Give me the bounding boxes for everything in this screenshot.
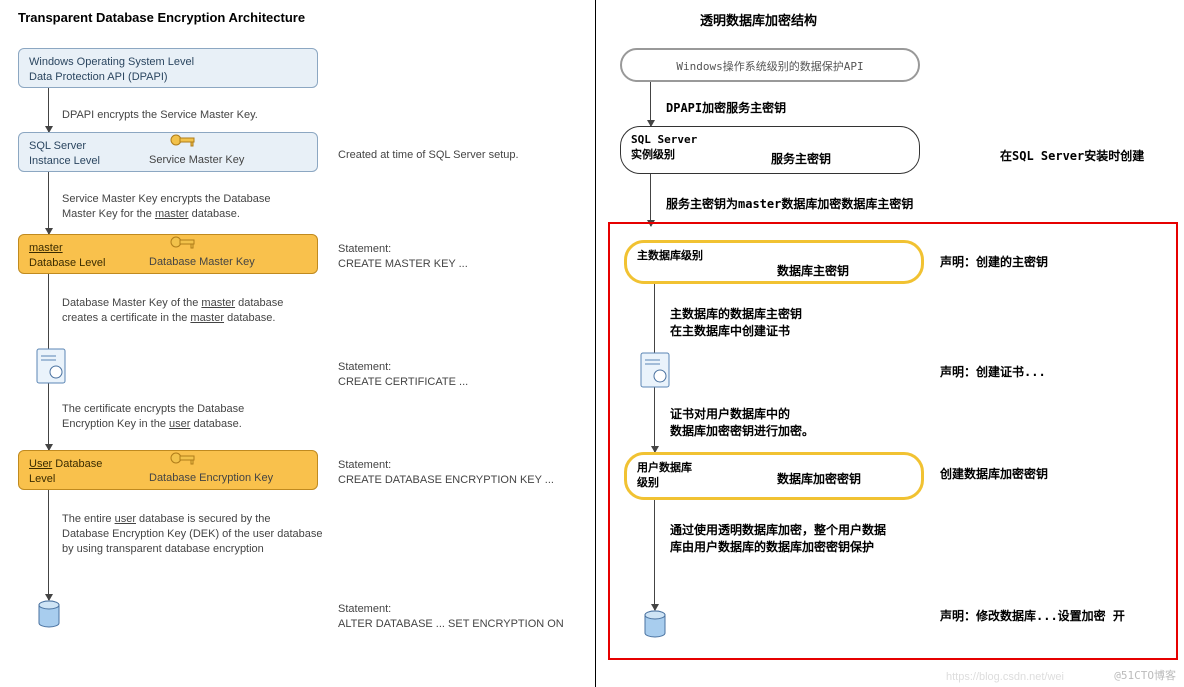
box-os-line1: Windows Operating System Level xyxy=(29,55,307,70)
box2-line2-zh: 实例级别 xyxy=(631,148,909,163)
box4-user-u: User xyxy=(29,458,52,470)
box4-line2-zh: 级别 xyxy=(637,476,911,491)
title-zh: 透明数据库加密结构 xyxy=(600,0,1184,29)
arrow4-caption-zh: 证书对用户数据库中的数据库加密密钥进行加密。 xyxy=(670,406,814,440)
watermark-faint: https://blog.csdn.net/wei xyxy=(946,671,1064,683)
key-icon xyxy=(169,233,197,251)
arrow1-caption: DPAPI encrypts the Service Master Key. xyxy=(62,108,258,123)
box3-master-u: master xyxy=(29,242,63,254)
certificate-icon-zh xyxy=(640,352,670,388)
arrow-2-zh xyxy=(650,174,651,226)
box-os-line2: Data Protection API (DPAPI) xyxy=(29,70,307,85)
arrow2-caption-zh: 服务主密钥为master数据库加密数据库主密钥 xyxy=(666,196,913,213)
box-os-level-zh: Windows操作系统级别的数据保护API xyxy=(620,48,920,82)
arrow5-caption: The entire user database is secured by t… xyxy=(62,512,322,557)
box4-side-zh: 创建数据库加密密钥 xyxy=(940,466,1048,483)
arrow3-caption-zh: 主数据库的数据库主密钥在主数据库中创建证书 xyxy=(670,306,802,340)
key-icon xyxy=(169,131,197,149)
box2-line1: SQL Server xyxy=(29,139,307,154)
arrow2-caption: Service Master Key encrypts the Database… xyxy=(62,192,270,222)
arrow4-caption: The certificate encrypts the Database En… xyxy=(62,402,244,432)
box4-key-label: Database Encryption Key xyxy=(149,471,273,486)
title-en: Transparent Database Encryption Architec… xyxy=(0,0,590,25)
box-instance-level-zh: SQL Server 实例级别 服务主密钥 xyxy=(620,126,920,174)
arrow-5-zh xyxy=(654,500,655,610)
box-user-db-zh: 用户数据库 级别 数据库加密密钥 xyxy=(624,452,924,500)
box4-side: Statement:CREATE DATABASE ENCRYPTION KEY… xyxy=(338,458,554,488)
arrow-5 xyxy=(48,490,49,600)
arrow3-caption: Database Master Key of the master databa… xyxy=(62,296,283,326)
arrow1-caption-zh: DPAPI加密服务主密钥 xyxy=(666,100,786,117)
arrow-1-zh xyxy=(650,82,651,126)
arrow-1 xyxy=(48,88,49,132)
box2-line1-zh: SQL Server xyxy=(631,133,909,148)
left-diagram-en: Transparent Database Encryption Architec… xyxy=(0,0,590,687)
box4-line1-zh: 用户数据库 xyxy=(637,461,911,476)
box3-line1-zh: 主数据库级别 xyxy=(637,249,911,264)
box3-key-label: Database Master Key xyxy=(149,255,255,270)
cert-side: Statement:CREATE CERTIFICATE ... xyxy=(338,360,468,390)
box4-key-zh: 数据库加密密钥 xyxy=(777,471,861,488)
cert-side-zh: 声明：创建证书... xyxy=(940,364,1046,381)
box2-key-label: Service Master Key xyxy=(149,153,244,168)
right-diagram-zh: 透明数据库加密结构 Windows操作系统级别的数据保护API DPAPI加密服… xyxy=(600,0,1184,687)
box-master-db-zh: 主数据库级别 数据库主密钥 xyxy=(624,240,924,284)
db-side: Statement:ALTER DATABASE ... SET ENCRYPT… xyxy=(338,602,564,632)
box-os-level: Windows Operating System Level Data Prot… xyxy=(18,48,318,88)
box2-side-zh: 在SQL Server安装时创建 xyxy=(1000,148,1144,165)
arrow-2 xyxy=(48,172,49,234)
db-side-zh: 声明：修改数据库...设置加密 开 xyxy=(940,608,1125,625)
arrow5-caption-zh: 通过使用透明数据库加密，整个用户数据库由用户数据库的数据库加密密钥保护 xyxy=(670,522,886,556)
database-icon-zh xyxy=(644,610,666,638)
database-icon xyxy=(38,600,60,628)
box3-side-zh: 声明：创建的主密钥 xyxy=(940,254,1048,271)
box2-side: Created at time of SQL Server setup. xyxy=(338,148,519,163)
certificate-icon xyxy=(36,348,66,384)
vertical-divider xyxy=(595,0,596,687)
key-icon xyxy=(169,449,197,467)
box2-key-zh: 服务主密钥 xyxy=(771,151,831,168)
red-frame xyxy=(608,222,1178,660)
watermark: @51CTO博客 xyxy=(1114,667,1176,683)
box3-side: Statement:CREATE MASTER KEY ... xyxy=(338,242,468,272)
box-master-db-level: master Database Level Database Master Ke… xyxy=(18,234,318,274)
box-instance-level: SQL Server Instance Level Service Master… xyxy=(18,132,318,172)
box-user-db-level: User Database Level Database Encryption … xyxy=(18,450,318,490)
box3-key-zh: 数据库主密钥 xyxy=(777,263,849,280)
